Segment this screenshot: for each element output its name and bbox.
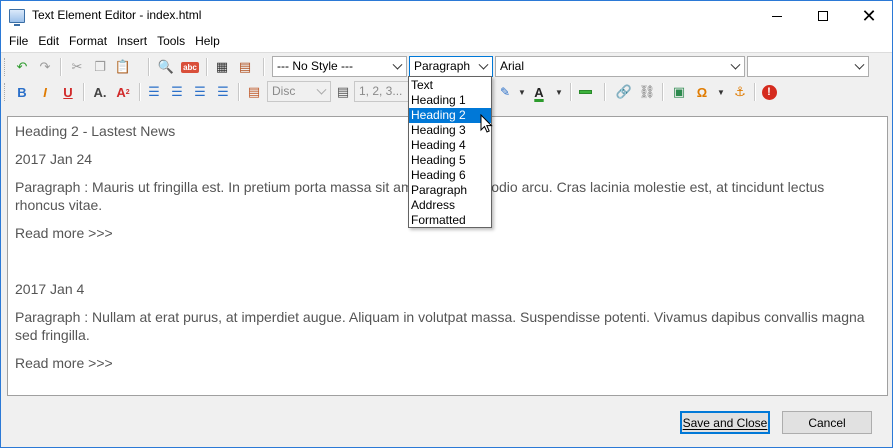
block-format-value: Paragraph — [414, 59, 471, 73]
editor-date: 2017 Jan 24 — [15, 151, 93, 167]
menu-edit[interactable]: Edit — [33, 31, 64, 52]
list-number-select[interactable]: 1, 2, 3... — [354, 81, 414, 102]
read-more-link: Read more >>> — [15, 225, 113, 241]
toolbar-separator — [60, 58, 61, 76]
dropdown-option-address[interactable]: Address — [409, 198, 491, 213]
font-size-select[interactable] — [747, 56, 869, 77]
maximize-icon — [818, 11, 828, 21]
chevron-down-icon — [854, 59, 865, 70]
list-style-value: Disc — [272, 84, 296, 98]
align-right-icon[interactable]: ☰ — [190, 82, 210, 102]
cancel-button[interactable]: Cancel — [782, 411, 872, 434]
chevron-down-icon[interactable]: ▼ — [549, 82, 569, 102]
dropdown-option-text[interactable]: Text — [409, 78, 491, 93]
align-left-icon[interactable]: ☰ — [144, 82, 164, 102]
undo-icon[interactable]: ↶ — [12, 57, 32, 77]
toolbar-separator — [238, 83, 239, 101]
editor-paragraph: Paragraph : Nullam at erat purus, at imp… — [15, 309, 865, 343]
toolbar-grip[interactable] — [4, 83, 7, 101]
dropdown-option-heading-6[interactable]: Heading 6 — [409, 168, 491, 183]
link-icon[interactable]: 🔗 — [614, 82, 634, 102]
chevron-down-icon — [730, 59, 741, 70]
find-icon[interactable]: 🔍 — [156, 57, 176, 77]
maximize-button[interactable] — [800, 1, 846, 31]
dropdown-option-heading-4[interactable]: Heading 4 — [409, 138, 491, 153]
menu-insert[interactable]: Insert — [112, 31, 152, 52]
minimize-icon — [772, 15, 782, 17]
menu-file[interactable]: File — [4, 31, 33, 52]
bold-icon[interactable]: B — [12, 82, 32, 102]
paste-icon[interactable]: 📋 — [113, 57, 133, 77]
toolbar-separator — [139, 83, 140, 101]
help-icon[interactable]: ! — [759, 82, 779, 102]
font-color-icon[interactable]: A — [529, 82, 549, 102]
dropdown-option-formatted[interactable]: Formatted — [409, 213, 491, 228]
close-button[interactable]: ✕ — [846, 1, 892, 31]
save-and-close-label: Save and Close — [682, 415, 768, 430]
justify-icon[interactable]: ☰ — [213, 82, 233, 102]
menu-format[interactable]: Format — [64, 31, 112, 52]
block-format-dropdown: Text Heading 1 Heading 2 Heading 3 Headi… — [408, 76, 492, 228]
cancel-label: Cancel — [808, 415, 846, 430]
chevron-down-icon — [316, 84, 327, 95]
special-char-icon[interactable]: Ω — [692, 82, 712, 102]
save-and-close-button[interactable]: Save and Close — [680, 411, 770, 434]
font-family-value: Arial — [500, 59, 525, 73]
chevron-down-icon — [392, 59, 403, 70]
mouse-cursor-icon — [480, 114, 493, 133]
dropdown-option-heading-2[interactable]: Heading 2 — [409, 108, 491, 123]
dropdown-option-heading-1[interactable]: Heading 1 — [409, 93, 491, 108]
clear-format-icon[interactable]: ▤ — [235, 57, 255, 77]
list-icon[interactable]: ▤ — [244, 82, 264, 102]
align-center-icon[interactable]: ☰ — [167, 82, 187, 102]
toolbar-separator — [148, 58, 149, 76]
editor-heading: Heading 2 - Lastest News — [15, 123, 176, 139]
window-title: Text Element Editor - index.html — [32, 8, 202, 22]
toolbar-separator — [263, 58, 264, 76]
close-icon: ✕ — [861, 6, 877, 26]
toolbar-separator — [754, 83, 755, 101]
menu-bar: File Edit Format Insert Tools Help — [1, 31, 892, 52]
dropdown-option-heading-3[interactable]: Heading 3 — [409, 123, 491, 138]
unlink-icon[interactable]: ⛓ — [637, 82, 657, 102]
style-select[interactable]: --- No Style --- — [272, 56, 407, 77]
read-more-link: Read more >>> — [15, 355, 113, 371]
toolbar-separator — [662, 83, 663, 101]
block-format-select[interactable]: Paragraph — [409, 56, 493, 77]
menu-tools[interactable]: Tools — [152, 31, 190, 52]
horizontal-rule-icon[interactable] — [575, 82, 595, 102]
anchor-icon[interactable]: ⚓ — [730, 82, 750, 102]
italic-icon[interactable]: I — [35, 82, 55, 102]
toolbar-separator — [604, 83, 605, 101]
minimize-button[interactable] — [754, 1, 800, 31]
underline-icon[interactable]: U — [58, 82, 78, 102]
chevron-down-icon — [478, 59, 489, 70]
style-select-value: --- No Style --- — [277, 59, 353, 73]
list-style-select[interactable]: Disc — [267, 81, 331, 102]
editor-date: 2017 Jan 4 — [15, 281, 85, 297]
font-size-icon[interactable]: A. — [90, 82, 110, 102]
toolbar-separator — [83, 83, 84, 101]
title-bar: Text Element Editor - index.html ✕ — [1, 1, 892, 31]
numbered-list-icon[interactable]: ▤ — [333, 82, 353, 102]
spellcheck-icon[interactable]: abc — [180, 57, 200, 77]
dropdown-option-paragraph[interactable]: Paragraph — [409, 183, 491, 198]
toolbar-grip[interactable] — [4, 58, 7, 76]
superscript-icon[interactable]: A2 — [113, 82, 133, 102]
image-icon[interactable]: ▣ — [669, 82, 689, 102]
chevron-down-icon[interactable]: ▼ — [711, 82, 731, 102]
select-all-icon[interactable]: ▦ — [212, 57, 232, 77]
dropdown-option-heading-5[interactable]: Heading 5 — [409, 153, 491, 168]
cut-icon[interactable]: ✂ — [67, 57, 87, 77]
redo-icon[interactable]: ↷ — [35, 57, 55, 77]
font-family-select[interactable]: Arial — [495, 56, 745, 77]
list-number-value: 1, 2, 3... — [359, 84, 403, 98]
app-icon — [9, 9, 25, 26]
toolbar-separator — [570, 83, 571, 101]
copy-icon[interactable]: ❐ — [90, 57, 110, 77]
toolbar-separator — [206, 58, 207, 76]
menu-help[interactable]: Help — [190, 31, 225, 52]
